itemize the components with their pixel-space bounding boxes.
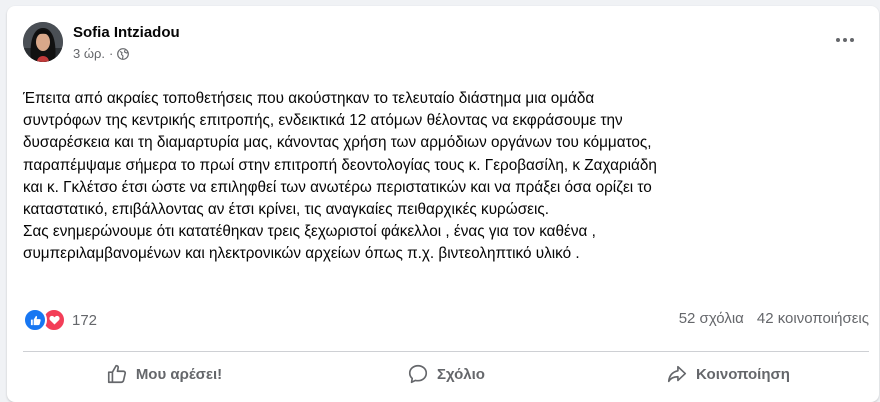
post-text-line: καταστατικό, επιβάλλοντας αν έτσι κρίνει… [23, 201, 549, 219]
post-meta: 3 ώρ. · [73, 46, 130, 61]
more-dots-icon [836, 38, 854, 42]
post-actions: Μου αρέσει! Σχόλιο Κοινοποίηση [23, 355, 869, 393]
post-header: Sofia Intziadou 3 ώρ. · [23, 22, 863, 66]
comment-button[interactable]: Σχόλιο [305, 355, 587, 393]
shares-count[interactable]: 42 κοινοποιήσεις [757, 310, 869, 327]
avatar[interactable] [23, 22, 63, 62]
post-text-line: συμπεριλαμβανομένων και ηλεκτρονικών αρχ… [23, 245, 580, 263]
share-button[interactable]: Κοινοποίηση [587, 355, 869, 393]
post-text-line: συντρόφων της κεντρικής επιτροπής, ενδει… [23, 112, 623, 130]
post-text: Έπειτα από ακραίες τοποθετήσεις που ακού… [23, 88, 869, 266]
more-options-button[interactable] [829, 28, 861, 52]
like-reaction-icon [23, 308, 47, 332]
share-button-label: Κοινοποίηση [696, 365, 790, 383]
author-name[interactable]: Sofia Intziadou [73, 24, 180, 41]
reactions-summary[interactable]: 172 [23, 308, 97, 332]
thumbs-up-icon [107, 364, 126, 384]
comment-icon [408, 364, 428, 384]
post-time[interactable]: 3 ώρ. [73, 46, 105, 61]
globe-icon[interactable] [117, 47, 130, 60]
engagement-counts: 52 σχόλια 42 κοινοποιήσεις [679, 310, 869, 327]
post-text-line: και κ. Γκλέτσο έτσι ώστε να επιληφθεί τω… [23, 178, 652, 196]
avatar-image [23, 22, 63, 62]
share-arrow-icon [667, 365, 687, 383]
post-text-line: δυσαρέσκεια και τη διαμαρτυρία μας, κάνο… [23, 134, 652, 152]
post-stats: 172 52 σχόλια 42 κοινοποιήσεις [23, 306, 869, 332]
reaction-count: 172 [72, 311, 98, 329]
post-text-line: Έπειτα από ακραίες τοποθετήσεις που ακού… [23, 90, 595, 107]
actions-divider [23, 351, 869, 352]
post-text-line: Σας ενημερώνουμε ότι κατατέθηκαν τρεις ξ… [23, 223, 596, 241]
post-card: Sofia Intziadou 3 ώρ. · Έπειτα από ακραί… [7, 6, 879, 402]
like-button-label: Μου αρέσει! [135, 365, 223, 383]
like-button[interactable]: Μου αρέσει! [23, 355, 305, 393]
comment-button-label: Σχόλιο [437, 365, 485, 383]
comments-count[interactable]: 52 σχόλια [679, 310, 744, 327]
meta-separator: · [109, 46, 114, 61]
post-text-line: παραπέμψαμε σήμερα το πρωί στην επιτροπή… [23, 156, 657, 174]
